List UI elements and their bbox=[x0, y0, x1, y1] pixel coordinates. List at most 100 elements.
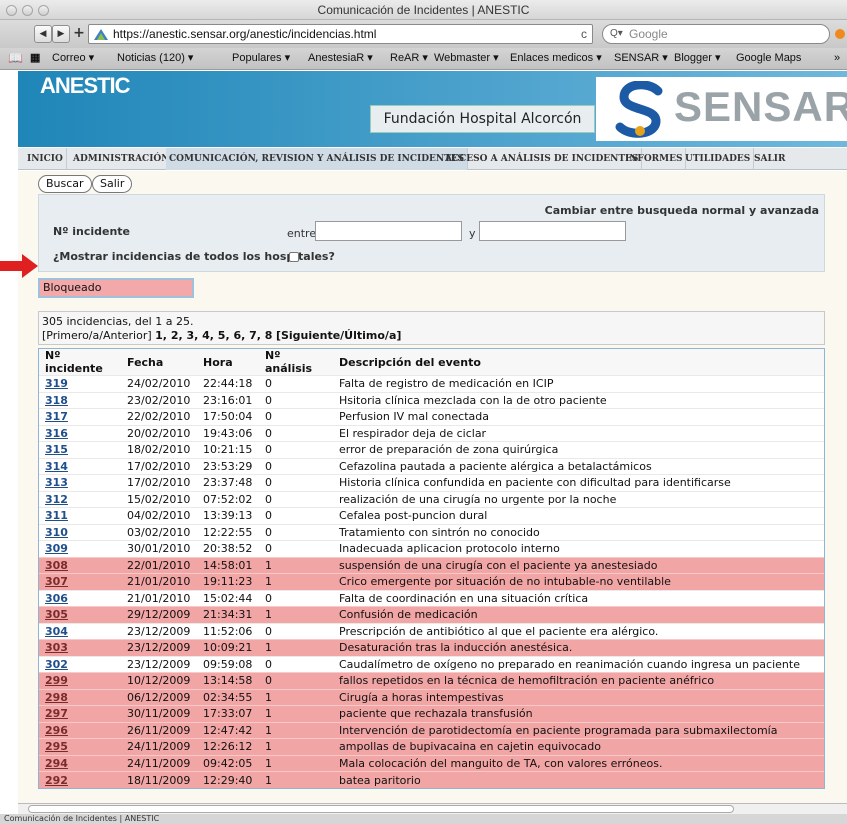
incident-id-link[interactable]: 302 bbox=[39, 655, 121, 673]
menu-comunicacion[interactable]: COMUNICACIÓN, REVISION Y ANÁLISIS DE INC… bbox=[166, 148, 469, 170]
anestic-logo[interactable]: ANESTIC bbox=[40, 73, 131, 99]
bookmark-webmaster[interactable]: Webmaster ▾ bbox=[434, 48, 499, 69]
incident-id-link[interactable]: 319 bbox=[39, 375, 121, 392]
cell-analisis: 1 bbox=[259, 688, 333, 706]
incident-id-link[interactable]: 305 bbox=[39, 606, 121, 623]
incident-id-link[interactable]: 316 bbox=[39, 424, 121, 442]
bookmark-sensar[interactable]: SENSAR ▾ bbox=[614, 48, 668, 69]
bookmark-noticias[interactable]: Noticias (120) ▾ bbox=[117, 48, 193, 69]
search-input[interactable]: Q▾ Google bbox=[602, 24, 830, 44]
bookmark-populares[interactable]: Populares ▾ bbox=[232, 48, 290, 69]
cell-hora: 13:39:13 bbox=[197, 507, 259, 524]
incident-id-link[interactable]: 309 bbox=[39, 540, 121, 557]
bookmark-google-maps[interactable]: Google Maps bbox=[736, 48, 801, 69]
bookmark-anestesiar[interactable]: AnestesiaR ▾ bbox=[308, 48, 373, 69]
pager-next-last[interactable]: [Siguiente/Último/a] bbox=[276, 329, 401, 342]
cell-descripcion: El respirador deja de ciclar bbox=[333, 424, 824, 442]
incident-id-link[interactable]: 296 bbox=[39, 721, 121, 739]
col-analisis[interactable]: Nº análisis bbox=[259, 349, 333, 376]
close-window-icon[interactable] bbox=[6, 5, 17, 16]
address-bar[interactable]: https://anestic.sensar.org/anestic/incid… bbox=[88, 24, 593, 44]
incident-from-input[interactable] bbox=[315, 221, 462, 241]
top-sites-grid-icon[interactable]: ▦ bbox=[30, 48, 40, 69]
incident-id-link[interactable]: 312 bbox=[39, 490, 121, 508]
cell-hora: 23:53:29 bbox=[197, 457, 259, 475]
reload-icon[interactable]: c bbox=[581, 25, 587, 43]
cell-analisis: 1 bbox=[259, 705, 333, 722]
incident-id-link[interactable]: 303 bbox=[39, 639, 121, 656]
scrollbar-thumb[interactable] bbox=[28, 805, 734, 813]
horizontal-scrollbar[interactable] bbox=[18, 803, 847, 814]
incident-id-link[interactable]: 295 bbox=[39, 738, 121, 755]
zoom-window-icon[interactable] bbox=[38, 5, 49, 16]
cell-hora: 12:22:55 bbox=[197, 523, 259, 541]
incident-id-link[interactable]: 306 bbox=[39, 589, 121, 607]
cell-analisis: 1 bbox=[259, 573, 333, 590]
incident-to-input[interactable] bbox=[479, 221, 626, 241]
menu-acceso-analisis[interactable]: ACCESO A ANÁLISIS DE INCIDENTES bbox=[442, 148, 643, 170]
pager-pages[interactable]: 1, 2, 3, 4, 5, 6, 7, 8 bbox=[155, 329, 272, 342]
cell-fecha: 18/02/2010 bbox=[121, 441, 197, 458]
new-tab-button[interactable]: + bbox=[73, 25, 85, 43]
incident-number-label: Nº incidente bbox=[53, 225, 131, 238]
col-fecha[interactable]: Fecha bbox=[121, 349, 197, 376]
incident-id-link[interactable]: 292 bbox=[39, 771, 121, 788]
col-descripcion[interactable]: Descripción del evento bbox=[333, 349, 824, 376]
bookmark-rear[interactable]: ReAR ▾ bbox=[390, 48, 428, 69]
cell-descripcion: Prescripción de antibiótico al que el pa… bbox=[333, 622, 824, 640]
incident-id-link[interactable]: 298 bbox=[39, 688, 121, 706]
pager-first-prev[interactable]: [Primero/a/Anterior] bbox=[42, 329, 152, 342]
sensar-logo[interactable]: SENSAR bbox=[596, 77, 847, 141]
cell-hora: 17:33:07 bbox=[197, 705, 259, 722]
cell-fecha: 21/01/2010 bbox=[121, 573, 197, 590]
bookmark-enlaces[interactable]: Enlaces medicos ▾ bbox=[510, 48, 602, 69]
incident-id-link[interactable]: 311 bbox=[39, 507, 121, 524]
minimize-window-icon[interactable] bbox=[22, 5, 33, 16]
incident-id-link[interactable]: 307 bbox=[39, 573, 121, 590]
cell-hora: 10:09:21 bbox=[197, 639, 259, 656]
cell-fecha: 24/11/2009 bbox=[121, 738, 197, 755]
incident-id-link[interactable]: 297 bbox=[39, 705, 121, 722]
incident-id-link[interactable]: 299 bbox=[39, 672, 121, 689]
incident-id-link[interactable]: 317 bbox=[39, 408, 121, 425]
window-titlebar: Comunicación de Incidentes | ANESTIC bbox=[0, 0, 847, 20]
menu-utilidades[interactable]: UTILIDADES bbox=[682, 148, 755, 170]
table-row: 302 23/12/2009 09:59:08 0 Caudalímetro de ox… bbox=[39, 655, 824, 673]
cell-analisis: 0 bbox=[259, 474, 333, 491]
incident-id-link[interactable]: 294 bbox=[39, 754, 121, 772]
cell-descripcion: Desaturación tras la inducción anestésic… bbox=[333, 639, 824, 656]
table-row: 297 30/11/2009 17:33:07 1 paciente que recha… bbox=[39, 705, 824, 722]
bookmarks-book-icon[interactable]: 📖 bbox=[8, 48, 23, 69]
status-bar: Comunicación de Incidentes | ANESTIC bbox=[0, 814, 847, 824]
cell-descripcion: suspensión de una cirugía con el pacient… bbox=[333, 556, 824, 574]
col-incident-number[interactable]: Nº incidente bbox=[39, 349, 121, 376]
incident-id-link[interactable]: 313 bbox=[39, 474, 121, 491]
cell-descripcion: Falta de coordinación en una situación c… bbox=[333, 589, 824, 607]
table-row: 294 24/11/2009 09:42:05 1 Mala colocación de… bbox=[39, 754, 824, 772]
incident-id-link[interactable]: 308 bbox=[39, 556, 121, 574]
menu-informes[interactable]: INFORMES bbox=[622, 148, 687, 170]
incident-id-link[interactable]: 318 bbox=[39, 391, 121, 409]
buscar-button[interactable]: Buscar bbox=[38, 175, 92, 193]
col-hora[interactable]: Hora bbox=[197, 349, 259, 376]
magnifier-icon: Q▾ bbox=[610, 28, 623, 39]
incident-id-link[interactable]: 310 bbox=[39, 523, 121, 541]
menu-salir[interactable]: SALIR bbox=[751, 148, 789, 170]
all-hospitals-checkbox[interactable] bbox=[289, 252, 299, 262]
forward-button[interactable]: ▶ bbox=[52, 25, 70, 43]
bookmark-blogger[interactable]: Blogger ▾ bbox=[674, 48, 721, 69]
bookmarks-overflow[interactable]: » bbox=[834, 48, 840, 69]
salir-button[interactable]: Salir bbox=[92, 175, 133, 193]
cell-hora: 19:43:06 bbox=[197, 424, 259, 442]
incident-id-link[interactable]: 314 bbox=[39, 457, 121, 475]
cell-analisis: 0 bbox=[259, 672, 333, 689]
back-button[interactable]: ◀ bbox=[34, 25, 52, 43]
incident-id-link[interactable]: 304 bbox=[39, 622, 121, 640]
incident-id-link[interactable]: 315 bbox=[39, 441, 121, 458]
toggle-search-mode-link[interactable]: Cambiar entre busqueda normal y avanzada bbox=[545, 204, 819, 217]
cell-fecha: 22/01/2010 bbox=[121, 556, 197, 574]
bookmark-correo[interactable]: Correo ▾ bbox=[52, 48, 94, 69]
menu-administracion[interactable]: ADMINISTRACIÓN bbox=[70, 148, 174, 170]
snapback-icon[interactable] bbox=[834, 28, 846, 40]
menu-inicio[interactable]: INICIO bbox=[24, 148, 67, 170]
